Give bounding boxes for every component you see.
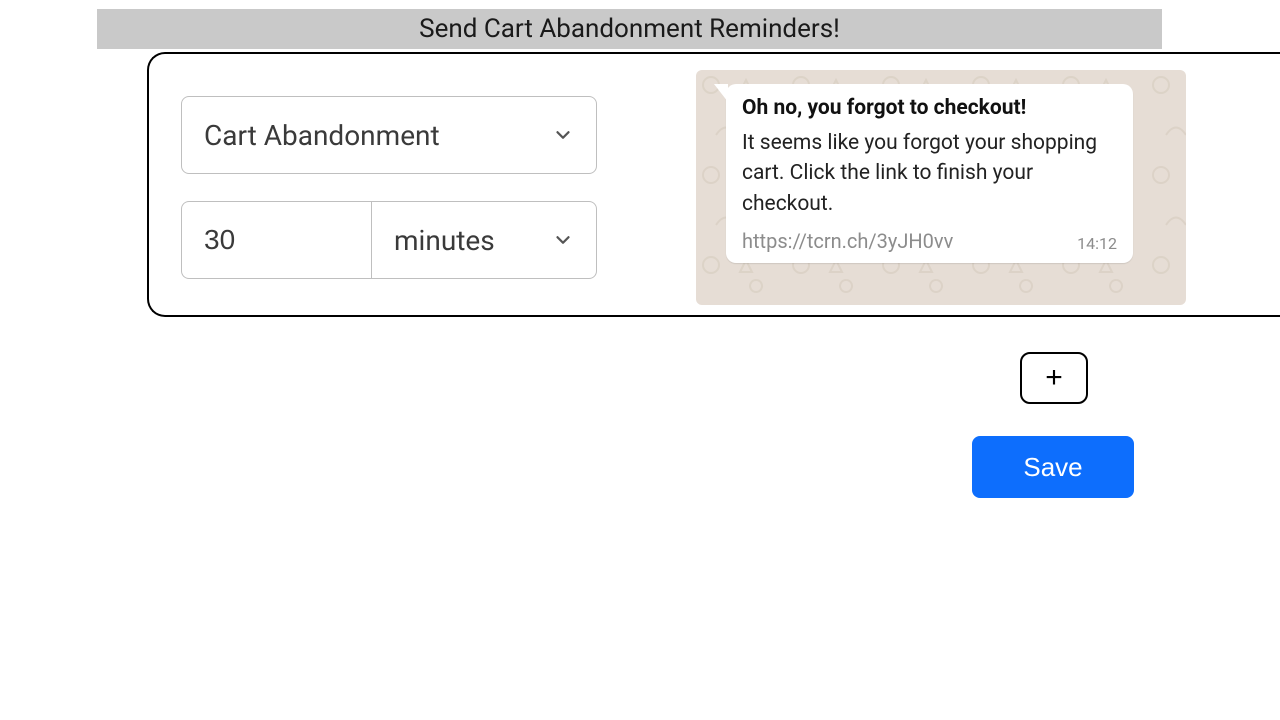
page-title-bar: Send Cart Abandonment Reminders!: [97, 9, 1162, 49]
add-reminder-button[interactable]: +: [1020, 352, 1088, 404]
message-body: It seems like you forgot your shopping c…: [742, 128, 1117, 219]
message-preview: Oh no, you forgot to checkout! It seems …: [696, 70, 1186, 305]
page-title: Send Cart Abandonment Reminders!: [419, 14, 840, 44]
message-footer: https://tcrn.ch/3yJH0vv 14:12: [742, 229, 1117, 253]
chat-bubble: Oh no, you forgot to checkout! It seems …: [726, 84, 1133, 263]
delay-unit-label: minutes: [394, 224, 495, 257]
reminder-card: Cart Abandonment minutes: [147, 52, 1280, 317]
chevron-down-icon: [552, 124, 574, 146]
message-link: https://tcrn.ch/3yJH0vv: [742, 229, 953, 253]
plus-icon: +: [1045, 361, 1063, 395]
trigger-select-label: Cart Abandonment: [204, 119, 440, 152]
delay-unit-select[interactable]: minutes: [371, 201, 597, 279]
message-time: 14:12: [1077, 234, 1117, 253]
delay-value-input[interactable]: [181, 201, 371, 279]
chevron-down-icon: [552, 229, 574, 251]
controls-column: Cart Abandonment minutes: [181, 96, 597, 279]
message-title: Oh no, you forgot to checkout!: [742, 96, 1117, 120]
delay-row: minutes: [181, 201, 597, 279]
save-button[interactable]: Save: [972, 436, 1134, 498]
trigger-select[interactable]: Cart Abandonment: [181, 96, 597, 174]
